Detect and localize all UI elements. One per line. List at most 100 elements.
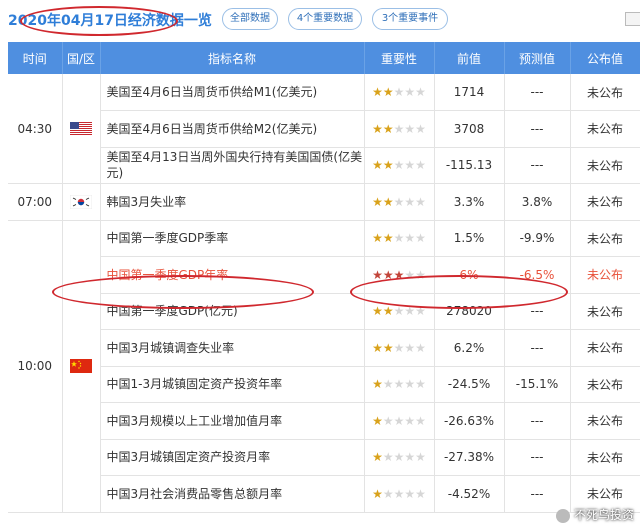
previous-value: 3.3% — [434, 183, 505, 221]
star-icon: ★ — [393, 158, 405, 173]
table-row[interactable]: 美国至4月6日当周货币供给M2(亿美元) ★★★★★ 3708 --- 未公布 — [8, 110, 640, 148]
col-importance: 重要性 — [364, 42, 435, 74]
indicator-name[interactable]: 美国至4月6日当周货币供给M1(亿美元) — [100, 74, 365, 111]
previous-value: 278020 — [434, 293, 505, 330]
previous-value: -24.5% — [434, 366, 505, 403]
forecast-value: -15.1% — [504, 366, 571, 403]
previous-value: 6% — [434, 256, 505, 294]
table-row[interactable]: 中国1-3月城镇固定资产投资年率 ★★★★★ -24.5% -15.1% 未公布 — [8, 366, 640, 403]
star-icon: ★ — [415, 377, 426, 392]
star-icon: ★ — [372, 158, 383, 173]
indicator-name[interactable]: 中国第一季度GDP(亿元) — [100, 293, 365, 330]
forecast-value: --- — [504, 147, 571, 184]
importance-stars: ★★★★★ — [364, 220, 435, 257]
star-icon: ★ — [393, 413, 405, 428]
star-icon: ★ — [382, 486, 394, 501]
table-row[interactable]: 中国第一季度GDP年率 ★★★★★ 6% -6.5% 未公布 — [8, 256, 640, 294]
star-icon: ★ — [404, 194, 416, 209]
star-icon: ★ — [404, 304, 416, 319]
col-previous: 前值 — [434, 42, 505, 74]
importance-stars: ★★★★★ — [364, 110, 435, 148]
star-icon: ★ — [393, 267, 405, 282]
forecast-value: --- — [504, 74, 571, 111]
indicator-name[interactable]: 韩国3月失业率 — [100, 183, 365, 221]
col-forecast: 预测值 — [504, 42, 571, 74]
star-icon: ★ — [404, 158, 416, 173]
star-icon: ★ — [415, 486, 426, 501]
indicator-name[interactable]: 中国第一季度GDP年率 — [100, 256, 365, 294]
table-header-row: 时间 国/区 指标名称 重要性 前值 预测值 公布值 — [8, 42, 640, 74]
previous-value: -4.52% — [434, 475, 505, 513]
star-icon: ★ — [415, 231, 426, 246]
star-icon: ★ — [393, 486, 405, 501]
star-icon: ★ — [372, 231, 383, 246]
actual-value: 未公布 — [570, 293, 640, 330]
star-icon: ★ — [415, 450, 426, 465]
star-icon: ★ — [372, 267, 383, 282]
star-icon: ★ — [372, 340, 383, 355]
page-title: 2020年04月17日经济数据一览 — [8, 13, 212, 29]
watermark: 不死鸟投资 — [555, 506, 634, 523]
star-icon: ★ — [372, 377, 383, 392]
actual-value: 未公布 — [570, 402, 640, 440]
table-row[interactable]: 中国3月规模以上工业增加值月率 ★★★★★ -26.63% --- 未公布 — [8, 402, 640, 440]
actual-value: 未公布 — [570, 366, 640, 403]
top-bar: 2020年04月17日经济数据一览 全部数据 4个重要数据 3个重要事件 — [0, 0, 640, 40]
forecast-value: -9.9% — [504, 220, 571, 257]
star-icon: ★ — [415, 340, 426, 355]
star-icon: ★ — [393, 85, 405, 99]
col-country: 国/区 — [62, 42, 101, 74]
star-icon: ★ — [372, 304, 383, 319]
table-row[interactable]: 07:00 韩国3月失业率 ★★★★★ 3.3% 3.8% 未公布 — [8, 183, 640, 221]
filter-important-events-button[interactable]: 3个重要事件 — [372, 8, 448, 30]
importance-stars: ★★★★★ — [364, 329, 435, 367]
star-icon: ★ — [382, 304, 394, 319]
previous-value: -115.13 — [434, 147, 505, 184]
table-row[interactable]: 中国3月社会消费品零售总额月率 ★★★★★ -4.52% --- 未公布 — [8, 475, 640, 513]
actual-value: 未公布 — [570, 147, 640, 184]
time-cell: 04:30 — [8, 74, 63, 184]
indicator-name[interactable]: 中国3月规模以上工业增加值月率 — [100, 402, 365, 440]
table-row[interactable]: 中国第一季度GDP(亿元) ★★★★★ 278020 --- 未公布 — [8, 293, 640, 330]
star-icon: ★ — [404, 85, 416, 99]
star-icon: ★ — [393, 304, 405, 319]
star-icon: ★ — [393, 194, 405, 209]
indicator-name[interactable]: 美国至4月6日当周货币供给M2(亿美元) — [100, 110, 365, 148]
star-icon: ★ — [382, 231, 394, 246]
calendar-icon[interactable] — [625, 12, 640, 26]
table-row[interactable]: 美国至4月13日当周外国央行持有美国国债(亿美元) ★★★★★ -115.13 ---… — [8, 147, 640, 184]
table-row[interactable]: 中国3月城镇调查失业率 ★★★★★ 6.2% --- 未公布 — [8, 329, 640, 367]
star-icon: ★ — [382, 413, 394, 428]
indicator-name[interactable]: 中国第一季度GDP季率 — [100, 220, 365, 257]
forecast-value: --- — [504, 402, 571, 440]
col-actual: 公布值 — [570, 42, 640, 74]
actual-value: 未公布 — [570, 183, 640, 221]
star-icon: ★ — [404, 450, 416, 465]
star-icon: ★ — [415, 158, 426, 173]
star-icon: ★ — [404, 267, 416, 282]
filter-all-button[interactable]: 全部数据 — [222, 8, 278, 30]
indicator-name[interactable]: 美国至4月13日当周外国央行持有美国国债(亿美元) — [100, 147, 365, 184]
economic-data-table: 时间 国/区 指标名称 重要性 前值 预测值 公布值 04:30 美国至4月6日当… — [8, 42, 640, 513]
filter-important-data-button[interactable]: 4个重要数据 — [288, 8, 362, 30]
actual-value: 未公布 — [570, 256, 640, 294]
actual-value: 未公布 — [570, 439, 640, 476]
star-icon: ★ — [382, 121, 394, 136]
forecast-value: --- — [504, 329, 571, 367]
star-icon: ★ — [404, 413, 416, 428]
actual-value: 未公布 — [570, 220, 640, 257]
star-icon: ★ — [415, 85, 426, 99]
star-icon: ★ — [382, 194, 394, 209]
star-icon: ★ — [382, 377, 394, 392]
star-icon: ★ — [382, 267, 394, 282]
forecast-value: --- — [504, 439, 571, 476]
indicator-name[interactable]: 中国3月城镇调查失业率 — [100, 329, 365, 367]
table-row[interactable]: 中国3月城镇固定资产投资月率 ★★★★★ -27.38% --- 未公布 — [8, 439, 640, 476]
indicator-name[interactable]: 中国3月城镇固定资产投资月率 — [100, 439, 365, 476]
star-icon: ★ — [404, 231, 416, 246]
indicator-name[interactable]: 中国1-3月城镇固定资产投资年率 — [100, 366, 365, 403]
table-row[interactable]: 04:30 美国至4月6日当周货币供给M1(亿美元) ★★★★★ 1714 --- 未公布 — [8, 74, 640, 184]
col-indicator: 指标名称 — [100, 42, 365, 74]
indicator-name[interactable]: 中国3月社会消费品零售总额月率 — [100, 475, 365, 513]
table-row[interactable]: 10:00 中国第一季度GDP季率 ★★★★★ 1.5% -9.9% 未公布 — [8, 220, 640, 513]
